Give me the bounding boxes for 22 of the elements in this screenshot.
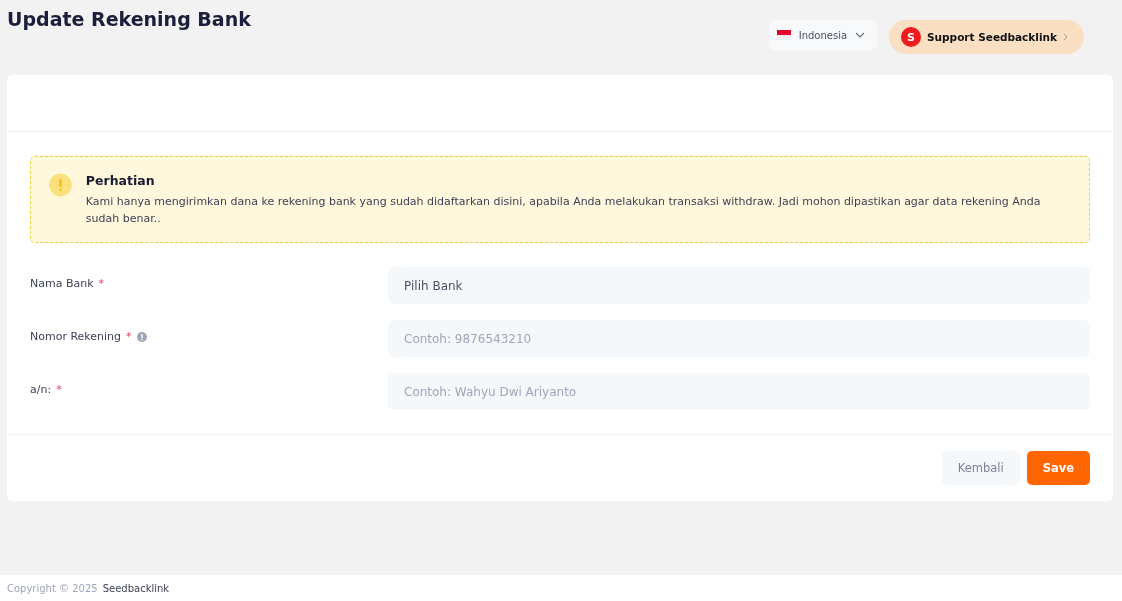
notice-text: Kami hanya mengirimkan dana ke rekening bank yang sudah didaftarkan disini, apabila Anda melakukan transaksi withdraw. Jadi mohon dipastikan agar data rekening Anda sudah benar..	[85, 194, 1042, 227]
page-title: Update Rekening Bank	[7, 8, 251, 32]
chevron-down-icon	[855, 32, 866, 38]
notice-title: Perhatian	[85, 173, 156, 188]
warning-icon	[49, 173, 72, 197]
field-label: Nomor Rekening	[30, 330, 122, 343]
logo-badge: S	[901, 27, 922, 47]
chevron-right-icon	[1063, 33, 1068, 41]
support-button[interactable]: S Support Seedbacklink	[889, 20, 1084, 54]
required-mark: *	[56, 383, 62, 396]
input-field[interactable]: Contoh: Wahyu Dwi Ariyanto	[388, 373, 1090, 410]
back-button[interactable]: Kembali	[941, 451, 1020, 485]
language-dropdown[interactable]: Indonesia	[768, 20, 878, 50]
flag-icon	[776, 30, 791, 40]
field-label: a/n:	[30, 383, 52, 396]
copyright-text: Copyright © 2025	[7, 582, 98, 594]
field-label: Nama Bank	[30, 277, 94, 290]
brand-link[interactable]: Seedbacklink	[102, 582, 170, 594]
required-mark: *	[98, 277, 105, 290]
input-field[interactable]: Contoh: 9876543210	[388, 320, 1090, 357]
required-mark: *	[126, 330, 132, 343]
bank-select[interactable]: Pilih Bank	[388, 267, 1090, 304]
